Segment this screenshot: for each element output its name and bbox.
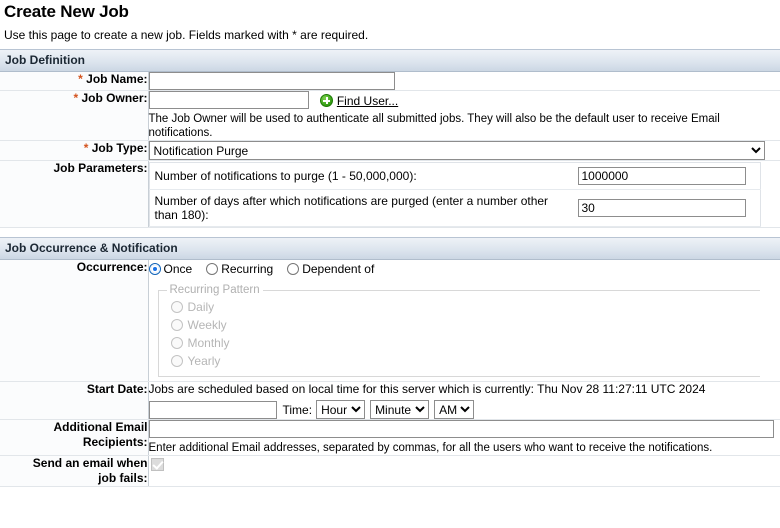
job-name-label-text: Job Name:	[86, 72, 148, 86]
additional-email-label-line2: Recipients:	[82, 435, 148, 449]
minute-select[interactable]: Minute	[370, 400, 430, 419]
recurring-option-daily: Daily	[165, 298, 760, 316]
recurring-option-weekly-label: Weekly	[187, 318, 227, 332]
start-date-input[interactable]	[148, 400, 277, 419]
param-notifications-input[interactable]	[577, 167, 746, 185]
job-name-input[interactable]	[148, 72, 395, 90]
recurring-option-yearly-label: Yearly	[187, 354, 221, 368]
job-type-select[interactable]: Notification Purge	[148, 141, 765, 160]
find-user-link-label[interactable]: Find User...	[337, 94, 398, 108]
job-parameters-table: Number of notifications to purge (1 - 50…	[148, 162, 761, 227]
recurring-pattern-fieldset: Recurring Pattern Daily Weekly Monthly Y…	[157, 284, 760, 377]
recurring-option-monthly-label: Monthly	[187, 336, 230, 350]
page-title: Create New Job	[4, 2, 129, 21]
occurrence-option-dependent-label: Dependent of	[302, 262, 375, 276]
param-name: Number of notifications to purge (1 - 50…	[148, 162, 573, 190]
recurring-option-daily-label: Daily	[187, 300, 215, 314]
job-owner-input[interactable]	[148, 91, 309, 109]
job-type-field-cell: Notification Purge	[148, 140, 780, 161]
job-name-field-cell	[148, 72, 780, 91]
hour-select[interactable]: Hour	[316, 400, 366, 419]
row-job-name: * Job Name:	[0, 72, 780, 91]
job-parameters-field-cell: Number of notifications to purge (1 - 50…	[148, 160, 780, 228]
occurrence-field-cell: Once Recurring Dependent of Recurring Pa…	[148, 260, 780, 382]
row-job-parameters: Job Parameters: Number of notifications …	[0, 160, 780, 228]
job-owner-field-cell: Find User... The Job Owner will be used …	[148, 90, 780, 141]
recurring-option-yearly: Yearly	[165, 352, 760, 370]
param-name: Number of days after which notifications…	[148, 189, 573, 227]
additional-email-label-line1: Additional Email	[53, 420, 148, 434]
send-email-label-line2: job fails:	[98, 471, 148, 485]
find-user-link[interactable]: Find User...	[319, 94, 398, 108]
send-email-on-fail-checkbox	[150, 458, 164, 471]
occurrence-option-recurring-label: Recurring	[221, 262, 274, 276]
radio-dependent-icon[interactable]	[287, 263, 300, 275]
job-owner-label: * Job Owner:	[0, 90, 149, 141]
time-label: Time:	[282, 402, 313, 417]
job-parameters-label: Job Parameters:	[0, 160, 149, 228]
start-date-field-cell: Jobs are scheduled based on local time f…	[148, 381, 780, 420]
job-name-label: * Job Name:	[0, 72, 149, 91]
row-job-owner: * Job Owner: Find User... The Job Owner …	[0, 90, 780, 141]
row-job-type: * Job Type: Notification Purge	[0, 140, 780, 161]
recurring-option-monthly: Monthly	[165, 334, 760, 352]
table-row: Number of notifications to purge (1 - 50…	[148, 162, 761, 190]
section-header-job-definition: Job Definition	[0, 49, 780, 72]
occurrence-option-once-label: Once	[163, 262, 193, 276]
table-row: Number of days after which notifications…	[148, 189, 761, 227]
row-additional-email: Additional Email Recipients: Enter addit…	[0, 419, 780, 456]
page-intro: Use this page to create a new job. Field…	[4, 28, 369, 42]
param-value-cell	[572, 189, 761, 227]
job-owner-label-text: Job Owner:	[81, 91, 148, 105]
send-email-on-fail-label: Send an email when job fails:	[0, 455, 149, 487]
occurrence-option-dependent[interactable]: Dependent of	[287, 262, 374, 276]
job-type-label: * Job Type:	[0, 140, 149, 161]
job-type-label-text: Job Type:	[91, 141, 148, 155]
meridiem-select[interactable]: AM	[434, 400, 475, 419]
required-marker: *	[78, 72, 83, 86]
radio-weekly-icon	[170, 319, 183, 331]
radio-monthly-icon	[170, 337, 183, 349]
job-owner-help-text: The Job Owner will be used to authentica…	[148, 113, 720, 139]
recurring-pattern-legend: Recurring Pattern	[169, 284, 260, 296]
send-email-label-line1: Send an email when	[32, 456, 148, 470]
section-header-job-occurrence: Job Occurrence & Notification	[0, 237, 780, 260]
additional-email-input[interactable]	[148, 420, 774, 438]
additional-email-field-cell: Enter additional Email addresses, separa…	[148, 419, 780, 456]
additional-email-help-text: Enter additional Email addresses, separa…	[148, 442, 713, 454]
radio-daily-icon	[170, 301, 183, 313]
start-date-label: Start Date:	[0, 381, 149, 420]
start-date-note: Jobs are scheduled based on local time f…	[148, 382, 706, 396]
radio-once-icon[interactable]	[148, 263, 161, 275]
job-occurrence-table: Occurrence: Once Recurring Dependent of …	[0, 260, 780, 487]
green-plus-icon	[319, 94, 333, 108]
radio-yearly-icon	[170, 355, 183, 367]
required-marker: *	[83, 141, 89, 155]
row-start-date: Start Date: Jobs are scheduled based on …	[0, 381, 780, 420]
additional-email-label: Additional Email Recipients:	[0, 419, 149, 456]
send-email-on-fail-field-cell	[148, 455, 780, 487]
recurring-option-weekly: Weekly	[165, 316, 760, 334]
occurrence-option-once[interactable]: Once	[148, 262, 193, 276]
required-marker: *	[73, 91, 79, 105]
occurrence-label: Occurrence:	[0, 260, 149, 382]
param-value-cell	[572, 162, 761, 190]
job-definition-table: * Job Name: * Job Owner: Find User... Th…	[0, 72, 780, 228]
radio-recurring-icon[interactable]	[206, 263, 219, 275]
row-send-email-on-fail: Send an email when job fails:	[0, 455, 780, 487]
param-days-input[interactable]	[577, 199, 746, 217]
start-date-time-row: Time: Hour Minute AM	[148, 396, 780, 419]
occurrence-radio-group: Once Recurring Dependent of	[148, 260, 780, 280]
occurrence-option-recurring[interactable]: Recurring	[206, 262, 273, 276]
row-occurrence: Occurrence: Once Recurring Dependent of …	[0, 260, 780, 382]
